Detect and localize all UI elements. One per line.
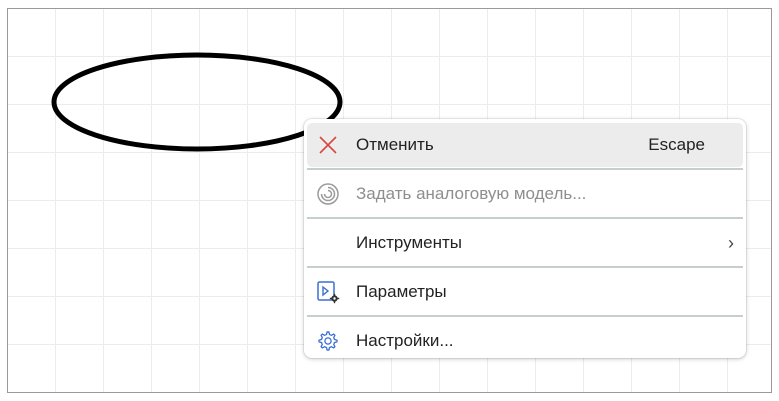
spiral-icon [315, 181, 341, 207]
close-icon [315, 132, 341, 158]
ellipse-shape[interactable] [51, 52, 343, 152]
shortcut-hint: Escape [648, 135, 705, 154]
menu-item-label: Параметры [356, 282, 447, 301]
menu-item-label: Настройки... [356, 331, 454, 350]
menu-item-label: Задать аналоговую модель... [356, 184, 587, 203]
menu-separator [307, 217, 743, 219]
menu-separator [307, 266, 743, 268]
gear-icon [315, 328, 341, 354]
menu-item-parameters[interactable]: Параметры [307, 270, 743, 314]
chevron-right-icon: › [728, 232, 734, 253]
menu-item-set-analog-model[interactable]: Задать аналоговую модель... [307, 172, 743, 216]
context-menu: Отменить Escape Задать аналоговую модель… [304, 119, 746, 358]
menu-item-tools[interactable]: Инструменты › [307, 221, 743, 265]
menu-item-label: Инструменты [356, 233, 463, 252]
menu-separator [307, 315, 743, 317]
menu-item-label: Отменить [356, 135, 434, 154]
menu-item-settings[interactable]: Настройки... [307, 319, 743, 363]
parameters-icon [315, 279, 341, 305]
menu-item-cancel[interactable]: Отменить Escape [307, 123, 743, 167]
empty-icon-slot [315, 230, 341, 256]
menu-separator [307, 168, 743, 170]
